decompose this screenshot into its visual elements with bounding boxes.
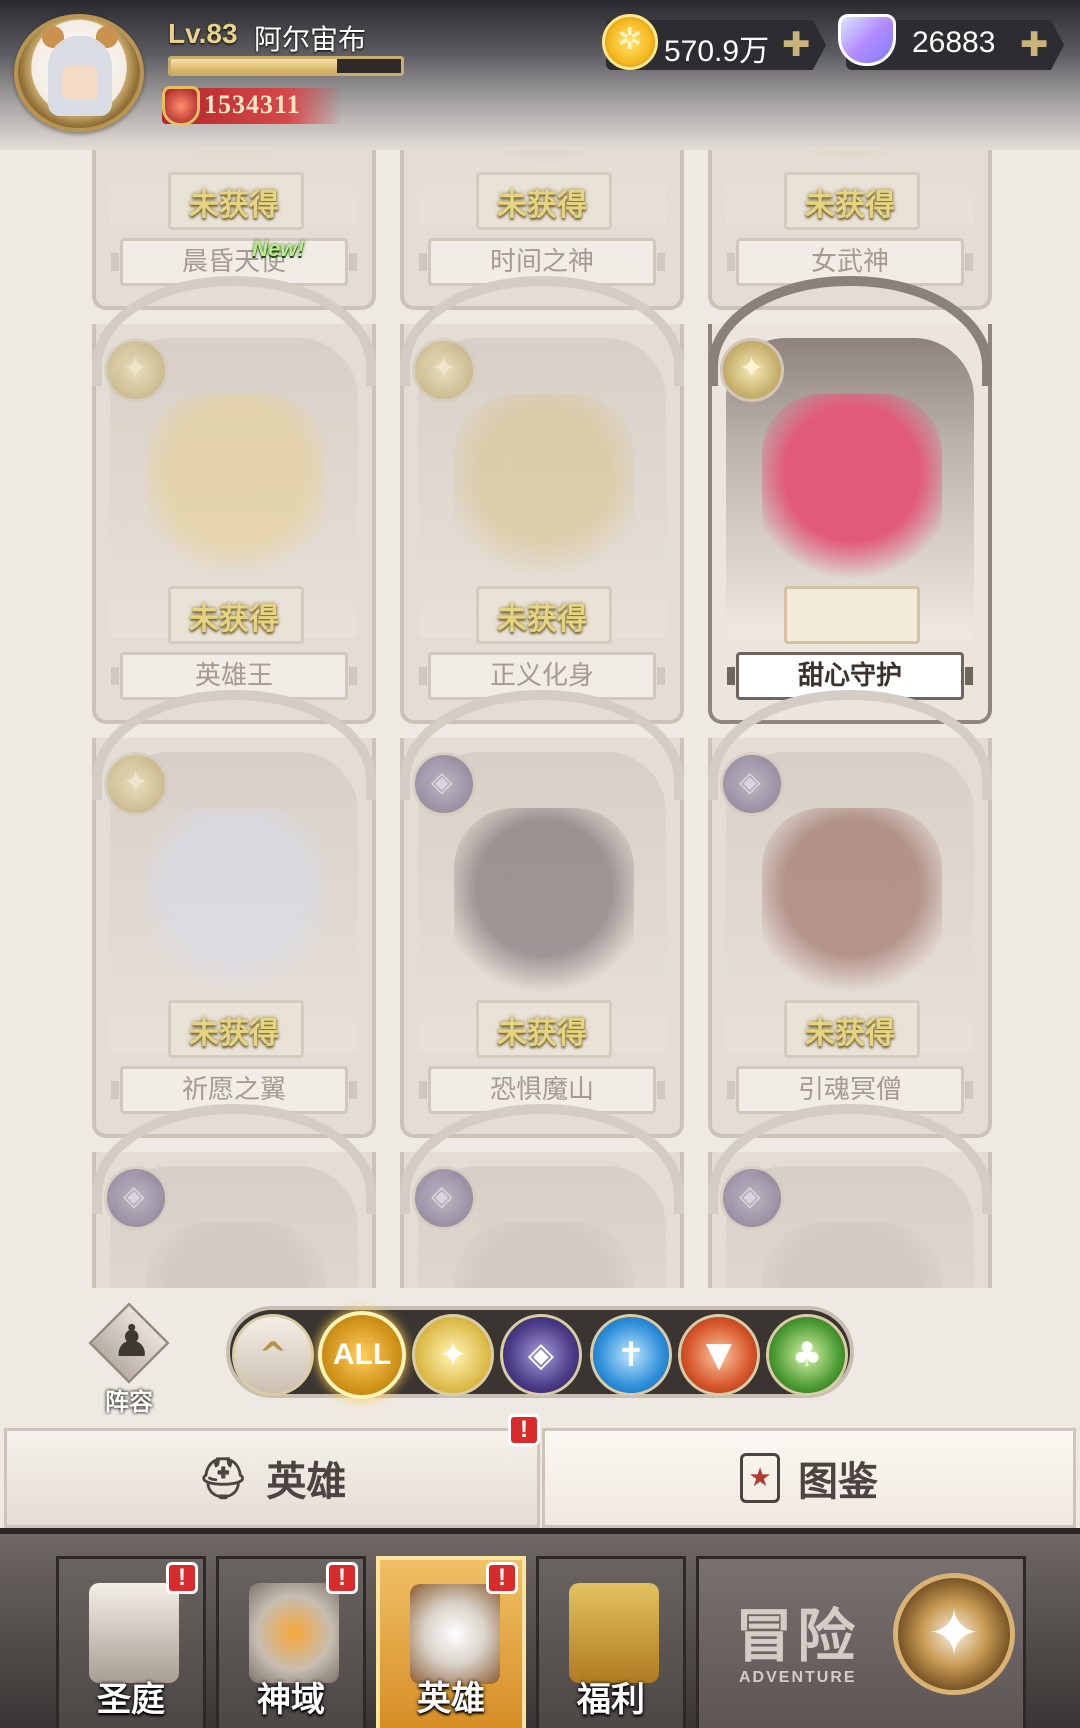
- hero-sprite: [762, 150, 942, 180]
- light-element-icon: [104, 338, 168, 402]
- hero-status-label: 未获得: [189, 188, 279, 223]
- dark-element-icon[interactable]: ◈: [500, 1314, 582, 1396]
- combat-power: 1534311: [162, 86, 342, 126]
- nav-heroes-label: 英雄: [417, 1679, 485, 1719]
- gold-coin-icon: [602, 14, 658, 70]
- hero-status-label: 未获得: [805, 188, 895, 223]
- pawn-icon: ♟: [112, 1316, 152, 1367]
- gem-amount: 26883: [912, 26, 996, 59]
- dark-element-icon: [720, 1166, 784, 1230]
- light-element-icon[interactable]: ✦: [412, 1314, 494, 1396]
- light-element-icon: [104, 752, 168, 816]
- power-gem-icon: [162, 86, 200, 126]
- hero-card[interactable]: 甜心守护: [708, 276, 992, 724]
- bottom-navigation: 圣庭 神域 英雄 福利 冒险 ADVENTURE ✦: [0, 1528, 1080, 1728]
- hero-card[interactable]: 未获得祈愿之翼: [92, 690, 376, 1138]
- hero-sprite: [454, 1222, 634, 1290]
- add-gems-button[interactable]: ✚: [1020, 28, 1049, 62]
- exp-bar-fill: [171, 59, 337, 73]
- avatar-portrait: [48, 36, 112, 116]
- fire-element-icon[interactable]: ▼: [678, 1314, 760, 1396]
- wood-element-icon[interactable]: ♣: [766, 1314, 848, 1396]
- formation-button[interactable]: ♟ 阵容: [82, 1302, 176, 1416]
- hero-status-label: 未获得: [189, 1016, 279, 1051]
- hero-status-label: 未获得: [497, 602, 587, 637]
- codex-book-icon: ★: [740, 1453, 780, 1503]
- exp-bar: [168, 56, 404, 76]
- heroes-alert-badge: !: [486, 1562, 518, 1594]
- nav-divine-realm-label: 神域: [257, 1680, 325, 1720]
- adventure-sublabel: ADVENTURE: [739, 1669, 857, 1686]
- heroes-tab-alert-badge: !: [508, 1414, 540, 1446]
- hero-sprite: [146, 808, 326, 1008]
- sanctuary-icon: [89, 1583, 179, 1683]
- light-element-icon: [412, 338, 476, 402]
- treasure-chest-icon: [569, 1583, 659, 1683]
- divine-realm-alert-badge: !: [326, 1562, 358, 1594]
- hero-sprite: [454, 150, 634, 180]
- hero-sprite: [146, 1222, 326, 1290]
- formation-label: 阵容: [105, 1388, 153, 1416]
- hero-card[interactable]: [400, 1104, 684, 1290]
- hero-sprite: [762, 808, 942, 1008]
- hero-card[interactable]: [92, 1104, 376, 1290]
- player-level: Lv.83: [168, 18, 238, 49]
- hero-sprite: [454, 808, 634, 1008]
- top-bar: Lv.83 阿尔宙布 1534311 570.9万 ✚ 26883 ✚: [0, 0, 1080, 150]
- hero-card[interactable]: 未获得正义化身: [400, 276, 684, 724]
- dark-element-icon: [720, 752, 784, 816]
- dark-element-icon: [412, 1166, 476, 1230]
- dark-element-icon: [104, 1166, 168, 1230]
- divine-realm-icon: [249, 1583, 339, 1683]
- filter-panel: ♟ 阵容 ^ ALL ✦ ◈ ✝ ▼ ♣: [0, 1288, 1080, 1428]
- adventure-label: 冒险: [735, 1602, 860, 1670]
- hero-status-label: 未获得: [189, 602, 279, 637]
- tab-heroes-label: 英雄: [266, 1459, 347, 1505]
- hero-card[interactable]: 未获得恐惧魔山: [400, 690, 684, 1138]
- helmet-icon: ⛑: [197, 1455, 249, 1502]
- gold-amount: 570.9万: [664, 35, 770, 68]
- nav-rewards-label: 福利: [577, 1680, 645, 1720]
- hero-card[interactable]: 未获得英雄王: [92, 276, 376, 724]
- new-hero-tag: New!: [252, 236, 305, 261]
- hero-pedestal: [784, 586, 920, 644]
- tab-codex[interactable]: ★ 图鉴: [542, 1428, 1076, 1528]
- hero-status-label: 未获得: [805, 1016, 895, 1051]
- combat-power-value: 1534311: [204, 90, 301, 119]
- hero-sprite: [146, 394, 326, 594]
- nav-adventure[interactable]: 冒险 ADVENTURE ✦: [696, 1556, 1026, 1728]
- nav-sanctuary-label: 圣庭: [97, 1680, 165, 1720]
- hero-codex-grid[interactable]: 未获得晨昏天使New!未获得时间之神未获得女武神未获得英雄王未获得正义化身甜心守…: [0, 150, 1080, 1290]
- collapse-filter-button[interactable]: ^: [232, 1314, 314, 1396]
- diamond-icon: [838, 14, 896, 66]
- player-avatar[interactable]: [14, 14, 144, 132]
- hero-sprite: [762, 1222, 942, 1290]
- water-element-icon[interactable]: ✝: [590, 1314, 672, 1396]
- player-name: 阿尔宙布: [254, 23, 367, 56]
- nav-rewards[interactable]: 福利: [536, 1556, 686, 1728]
- hero-status-label: 未获得: [497, 1016, 587, 1051]
- sanctuary-alert-badge: !: [166, 1562, 198, 1594]
- hero-card[interactable]: [708, 1104, 992, 1290]
- hero-sprite: [146, 150, 326, 180]
- light-element-icon: [720, 338, 784, 402]
- hero-sprite: [762, 394, 942, 594]
- hero-card[interactable]: 未获得引魂冥僧: [708, 690, 992, 1138]
- compass-icon: ✦: [893, 1573, 1015, 1695]
- add-gold-button[interactable]: ✚: [782, 28, 811, 62]
- dark-element-icon: [412, 752, 476, 816]
- tab-codex-label: 图鉴: [798, 1459, 878, 1505]
- hero-status-label: 未获得: [497, 188, 587, 223]
- hero-sprite: [454, 394, 634, 594]
- hero-helmet-icon: [410, 1584, 500, 1684]
- tab-heroes[interactable]: ⛑ 英雄: [4, 1428, 540, 1528]
- filter-all-button[interactable]: ALL: [318, 1311, 406, 1399]
